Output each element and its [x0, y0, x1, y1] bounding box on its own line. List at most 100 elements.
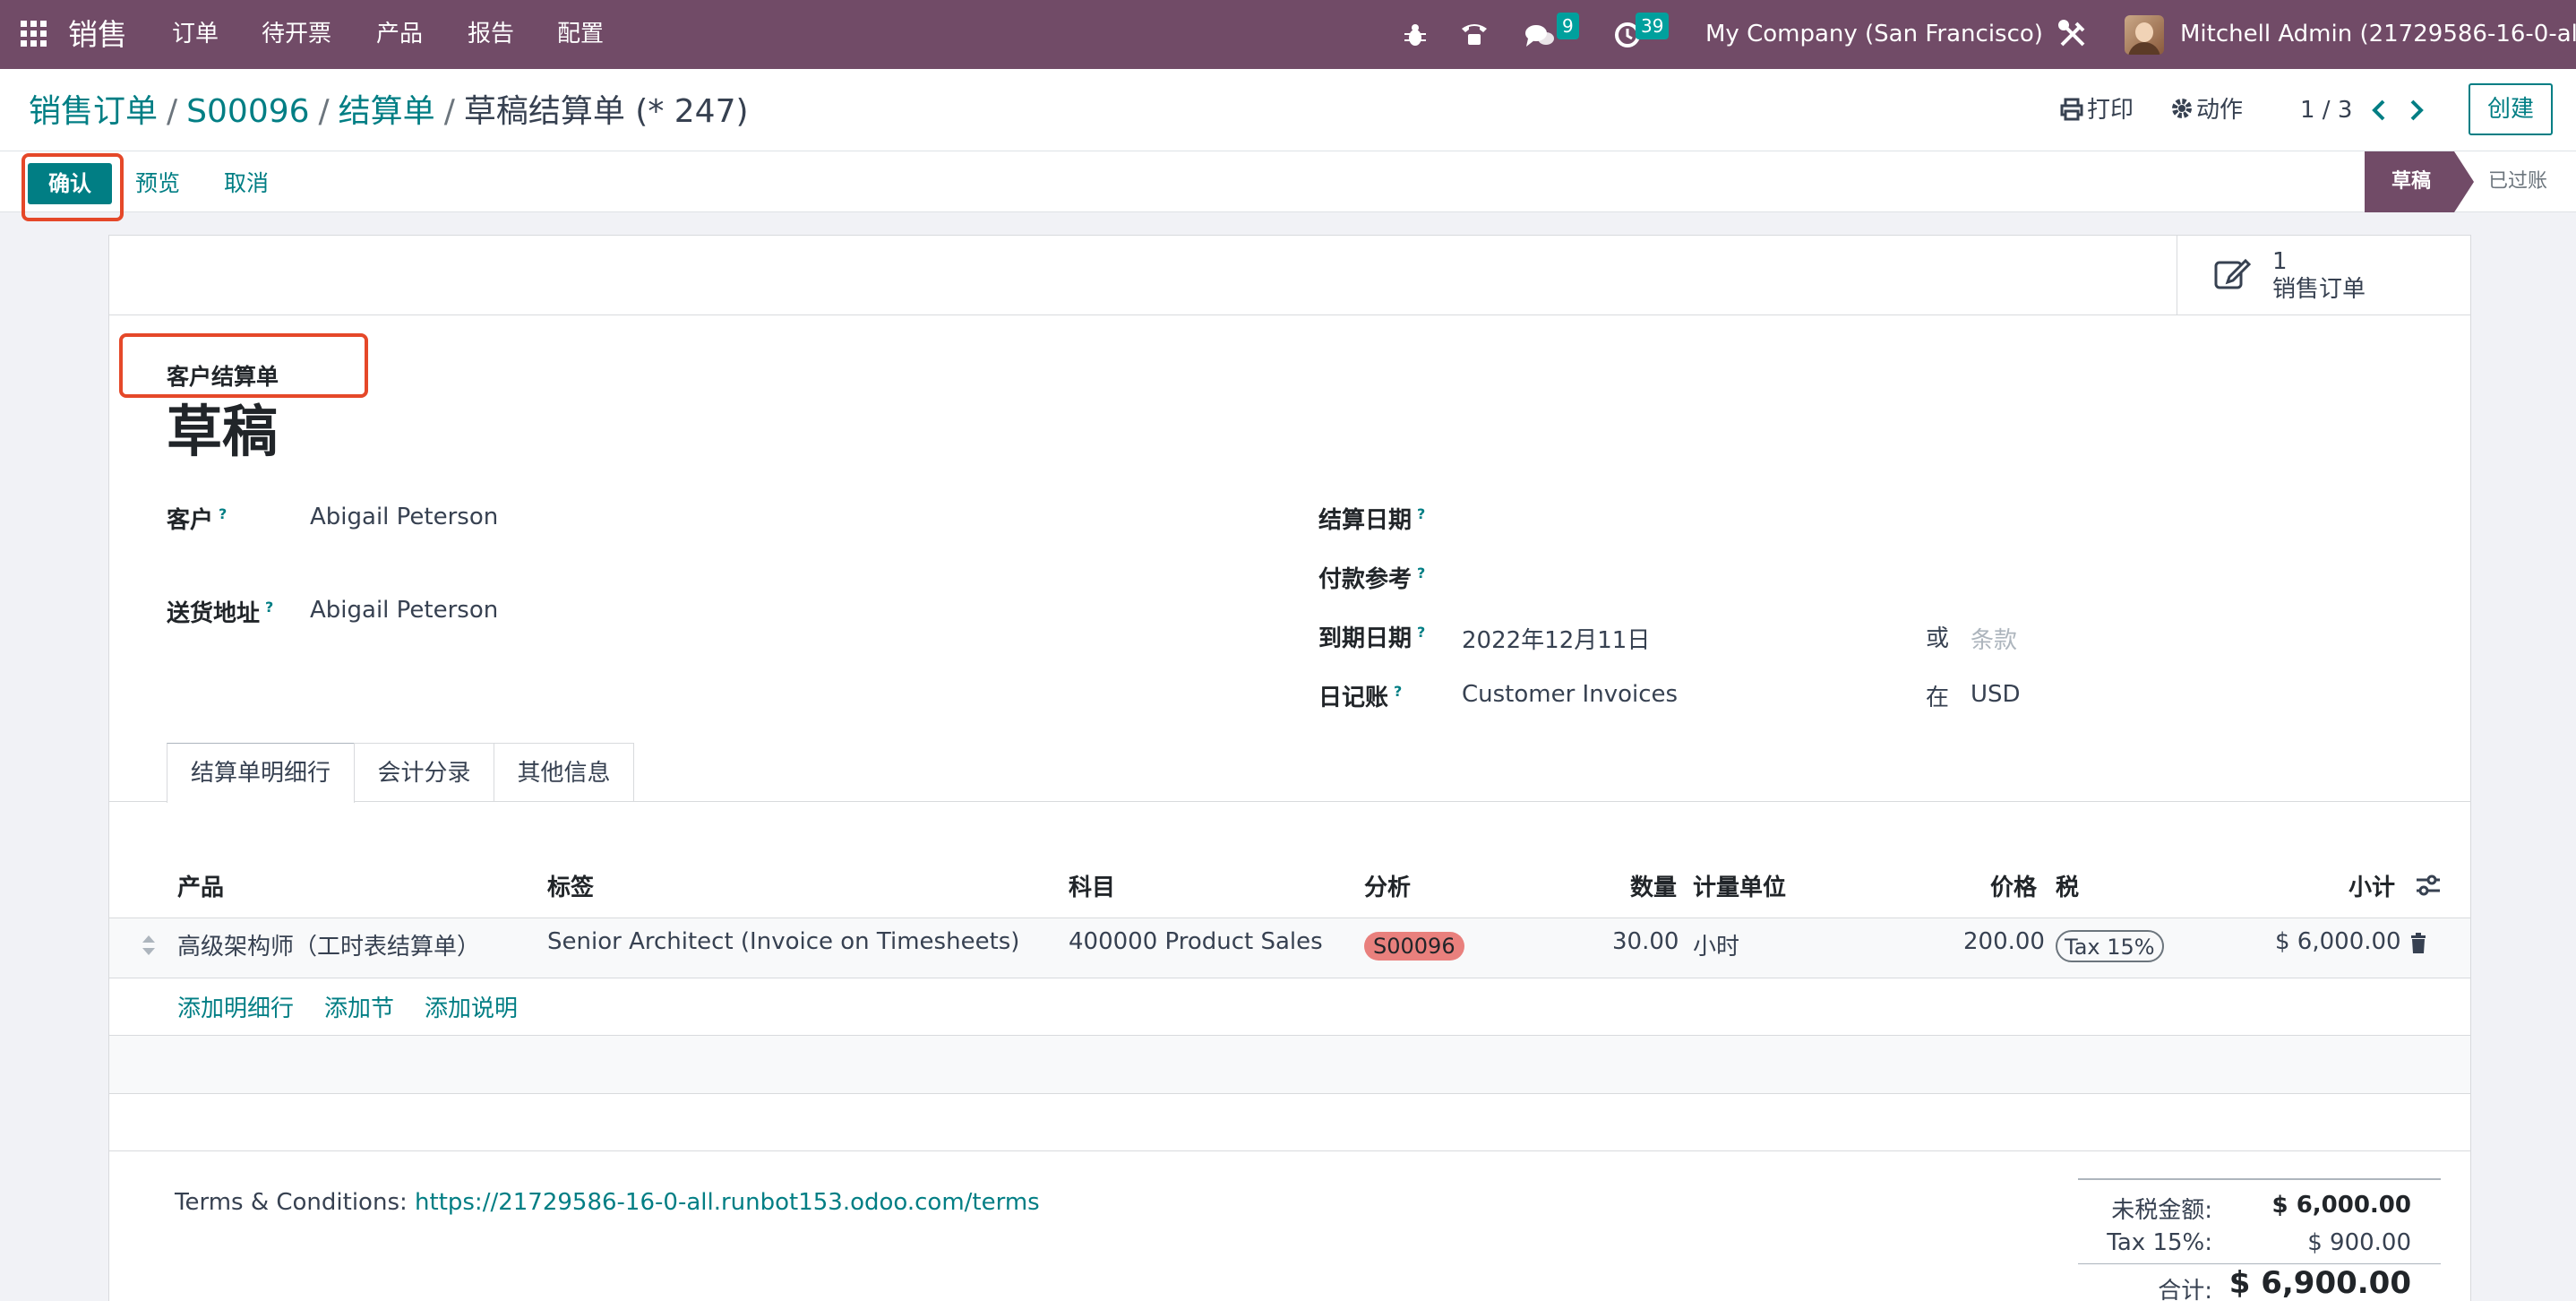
total-amount-label: 合计:	[2158, 1278, 2212, 1301]
line-uom[interactable]: 小时	[1693, 928, 1739, 961]
line-account[interactable]: 400000 Product Sales	[1069, 928, 1323, 955]
pager-next-icon[interactable]	[2408, 99, 2426, 122]
due-date-label: 到期日期?	[1318, 624, 1426, 652]
messages-icon[interactable]	[1524, 23, 1555, 50]
tab-other-info[interactable]: 其他信息	[494, 743, 634, 802]
tax-amount-value: $ 900.00	[2307, 1229, 2411, 1256]
menu-configuration[interactable]: 配置	[557, 0, 604, 69]
totals-top-border	[2078, 1178, 2441, 1180]
preview-button[interactable]: 预览	[135, 163, 180, 204]
drag-handle-icon[interactable]	[142, 934, 156, 957]
terms-and-conditions: Terms & Conditions: https://21729586-16-…	[175, 1189, 1040, 1216]
action-button[interactable]: 动作	[2196, 95, 2243, 125]
table-divider	[109, 1093, 2470, 1094]
column-header-price[interactable]: 价格	[1990, 869, 2037, 902]
total-amount-value: $ 6,900.00	[2228, 1265, 2411, 1301]
page-title: 草稿	[167, 399, 279, 464]
smart-button-sales-orders[interactable]: 1 销售订单	[2177, 236, 2470, 314]
create-button[interactable]: 创建	[2469, 83, 2553, 135]
column-header-quantity[interactable]: 数量	[1630, 869, 1677, 902]
table-divider	[109, 1150, 2470, 1151]
breadcrumb-separator: /	[167, 93, 178, 130]
debug-tools-icon[interactable]	[2057, 18, 2089, 50]
invoice-date-field[interactable]	[1462, 504, 1910, 532]
breadcrumb-invoices[interactable]: 结算单	[339, 93, 435, 130]
journal-field[interactable]: Customer Invoices	[1462, 681, 1678, 708]
add-note-link[interactable]: 添加说明	[425, 990, 518, 1023]
stage-arrow	[2454, 151, 2474, 212]
column-header-account[interactable]: 科目	[1069, 869, 1115, 902]
terms-link[interactable]: https://21729586-16-0-all.runbot153.odoo…	[415, 1189, 1040, 1216]
payment-reference-field[interactable]	[1462, 563, 1910, 591]
breadcrumb-separator: /	[443, 93, 455, 130]
line-quantity[interactable]: 30.00	[1612, 928, 1679, 955]
currency-field[interactable]: USD	[1971, 681, 2021, 708]
column-header-tax[interactable]: 税	[2056, 869, 2079, 902]
app-name[interactable]: 销售	[68, 0, 127, 69]
stage-posted[interactable]: 已过账	[2488, 151, 2547, 212]
company-switcher[interactable]: My Company (San Francisco)	[1705, 0, 2043, 69]
stage-draft: 草稿	[2365, 151, 2454, 212]
cancel-button[interactable]: 取消	[224, 163, 269, 204]
column-header-product[interactable]: 产品	[177, 869, 224, 902]
payment-terms-field[interactable]: 条款	[1971, 622, 2017, 655]
menu-reporting[interactable]: 报告	[468, 0, 514, 69]
add-section-link[interactable]: 添加节	[324, 990, 394, 1023]
column-header-uom[interactable]: 计量单位	[1693, 869, 1786, 902]
menu-orders[interactable]: 订单	[172, 0, 219, 69]
smart-button-count: 1	[2272, 248, 2288, 275]
user-avatar[interactable]	[2125, 15, 2164, 55]
due-date-field[interactable]: 2022年12月11日	[1462, 622, 1650, 655]
line-product[interactable]: 高级架构师（工时表结算单）	[177, 928, 480, 961]
highlight-document-type	[119, 333, 368, 398]
untaxed-amount-value: $ 6,000.00	[2271, 1192, 2411, 1219]
breadcrumb-current: 草稿结算单 (* 247)	[463, 93, 749, 130]
phone-icon[interactable]	[1460, 20, 1489, 48]
add-line-link[interactable]: 添加明细行	[177, 990, 294, 1023]
breadcrumb-order[interactable]: S00096	[186, 93, 309, 130]
pager-prev-icon[interactable]	[2370, 99, 2388, 122]
smart-button-label: 销售订单	[2272, 276, 2366, 303]
breadcrumb: 销售订单 / S00096/结算单 / 草稿结算单 (* 247)	[29, 90, 749, 134]
optional-columns-icon[interactable]	[2415, 873, 2442, 898]
journal-label: 日记账?	[1318, 683, 1403, 711]
column-header-label[interactable]: 标签	[547, 869, 594, 902]
terms-label: Terms & Conditions:	[175, 1189, 408, 1216]
customer-field[interactable]: Abigail Peterson	[310, 504, 498, 530]
line-subtotal: $ 6,000.00	[2275, 928, 2401, 955]
column-header-subtotal[interactable]: 小计	[2348, 869, 2395, 902]
menu-products[interactable]: 产品	[376, 0, 423, 69]
tax-amount-label: Tax 15%:	[2107, 1229, 2212, 1256]
trash-icon[interactable]	[2409, 932, 2427, 955]
column-header-analytic[interactable]: 分析	[1364, 869, 1411, 902]
apps-menu-icon[interactable]	[20, 20, 48, 48]
invoice-date-label: 结算日期?	[1318, 505, 1426, 534]
breadcrumb-separator: /	[318, 93, 330, 130]
sheet-divider	[108, 314, 2471, 315]
tab-invoice-lines[interactable]: 结算单明细行	[167, 743, 355, 803]
active-tab-cover	[167, 800, 354, 803]
menu-to-invoice[interactable]: 待开票	[262, 0, 331, 69]
pager-value[interactable]: 1 / 3	[2300, 95, 2352, 125]
due-date-or: 或	[1926, 625, 1950, 652]
bug-icon[interactable]	[1403, 22, 1428, 48]
edit-icon	[2213, 255, 2253, 291]
tab-divider	[108, 801, 2471, 802]
totals-divider	[2078, 1263, 2441, 1264]
tab-journal-items[interactable]: 会计分录	[354, 743, 494, 802]
tax-tag[interactable]: Tax 15%	[2056, 930, 2164, 962]
payment-reference-label: 付款参考?	[1318, 564, 1426, 593]
gear-icon[interactable]	[2171, 98, 2193, 119]
analytic-tag[interactable]: S00096	[1364, 932, 1464, 961]
line-price[interactable]: 200.00	[1963, 928, 2045, 955]
activities-count-badge: 39	[1636, 13, 1670, 39]
breadcrumb-sales-orders[interactable]: 销售订单	[29, 93, 158, 130]
user-menu[interactable]: Mitchell Admin (21729586-16-0-all)	[2180, 0, 2576, 69]
top-navbar: 销售 订单 待开票 产品 报告 配置 9 39 My Company (San …	[0, 0, 2576, 69]
line-label[interactable]: Senior Architect (Invoice on Timesheets)	[547, 928, 1019, 955]
journal-in: 在	[1926, 685, 1950, 711]
print-icon[interactable]	[2060, 98, 2083, 121]
delivery-address-field[interactable]: Abigail Peterson	[310, 597, 498, 624]
messages-count-badge: 9	[1557, 13, 1579, 39]
print-button[interactable]: 打印	[2087, 95, 2134, 125]
